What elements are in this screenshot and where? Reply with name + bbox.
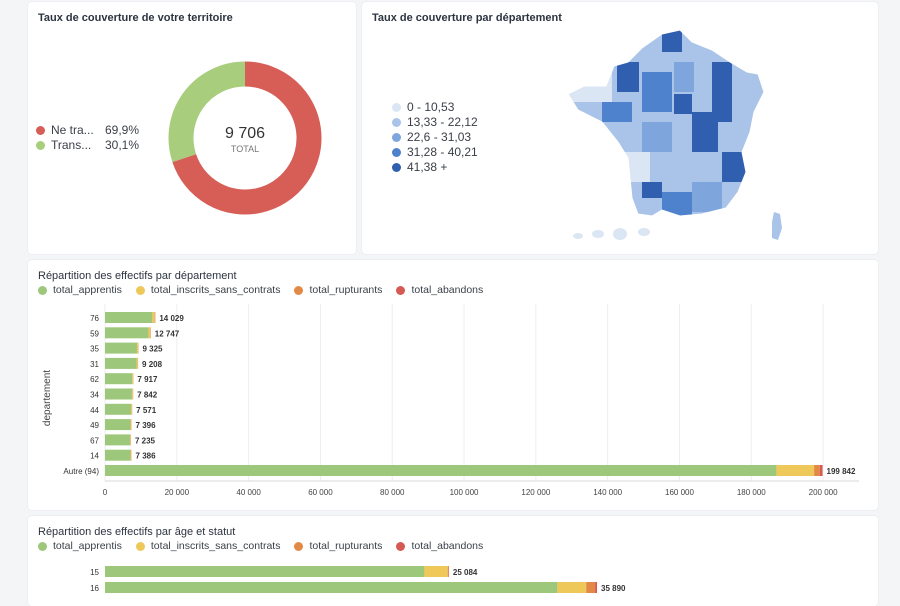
bar-segment-total_abandons[interactable] bbox=[595, 582, 597, 593]
category-label: 59 bbox=[90, 329, 99, 338]
bar-total-label: 7 842 bbox=[137, 391, 158, 400]
bar-segment-total_apprentis[interactable] bbox=[105, 358, 137, 369]
category-label: 76 bbox=[90, 314, 99, 323]
bar-segment-total_apprentis[interactable] bbox=[105, 566, 424, 577]
category-label: 34 bbox=[90, 391, 99, 400]
category-label: 14 bbox=[90, 452, 99, 461]
bar-segment-total_inscrits_sans_contrats[interactable] bbox=[137, 343, 138, 354]
bar-segment-total_inscrits_sans_contrats[interactable] bbox=[137, 358, 138, 369]
x-tick-label: 80 000 bbox=[380, 488, 405, 497]
category-label: 16 bbox=[90, 584, 99, 593]
bar-segment-total_inscrits_sans_contrats[interactable] bbox=[557, 582, 586, 593]
france-department-map[interactable] bbox=[362, 2, 878, 254]
age-bar-chart: 15 25 084 16 35 890 bbox=[28, 516, 878, 606]
corsica-shape bbox=[772, 212, 782, 240]
category-label: 49 bbox=[90, 421, 99, 430]
x-tick-label: 60 000 bbox=[308, 488, 333, 497]
bar-total-label: 7 917 bbox=[137, 375, 158, 384]
bar-segment-total_inscrits_sans_contrats[interactable] bbox=[148, 327, 150, 338]
category-label: 67 bbox=[90, 436, 99, 445]
bar-segment-total_inscrits_sans_contrats[interactable] bbox=[152, 312, 154, 323]
bar-total-label: 9 325 bbox=[142, 345, 163, 354]
x-tick-label: 140 000 bbox=[593, 488, 622, 497]
category-label: 35 bbox=[90, 345, 99, 354]
x-tick-label: 160 000 bbox=[665, 488, 694, 497]
bar-segment-total_apprentis[interactable] bbox=[105, 389, 132, 400]
bar-segment-total_apprentis[interactable] bbox=[105, 450, 130, 461]
bar-segment-total_apprentis[interactable] bbox=[105, 373, 132, 384]
x-tick-label: 200 000 bbox=[809, 488, 838, 497]
bar-segment-total_apprentis[interactable] bbox=[105, 327, 148, 338]
bar-segment-total_inscrits_sans_contrats[interactable] bbox=[130, 450, 131, 461]
category-label: 31 bbox=[90, 360, 99, 369]
dept-bar-chart: departement 0 20 000 40 000 60 000 80 000 100… bbox=[28, 260, 878, 510]
bar-total-label: 7 235 bbox=[135, 436, 156, 445]
overseas-territories bbox=[573, 228, 650, 240]
age-chart-card: Répartition des effectifs par âge et sta… bbox=[28, 516, 878, 606]
bar-total-label: 9 208 bbox=[142, 360, 163, 369]
x-tick-label: 120 000 bbox=[521, 488, 550, 497]
coverage-donut-chart: 9 706 TOTAL bbox=[28, 2, 356, 254]
bar-total-label: 25 084 bbox=[453, 568, 478, 577]
bar-segment-total_rupturants[interactable] bbox=[814, 465, 820, 476]
bar-segment-total_abandons[interactable] bbox=[820, 465, 823, 476]
dept-y-axis-label: departement bbox=[42, 370, 53, 426]
bar-segment-total_inscrits_sans_contrats[interactable] bbox=[130, 434, 131, 445]
bar-segment-total_rupturants[interactable] bbox=[448, 566, 449, 577]
bar-segment-total_inscrits_sans_contrats[interactable] bbox=[776, 465, 814, 476]
bar-total-label: 35 890 bbox=[601, 584, 626, 593]
bar-total-label: 14 029 bbox=[159, 314, 184, 323]
bar-total-label: 199 842 bbox=[827, 467, 856, 476]
category-label: 15 bbox=[90, 568, 99, 577]
bar-segment-total_rupturants[interactable] bbox=[586, 582, 595, 593]
coverage-card: Taux de couverture de votre territoire N… bbox=[28, 2, 356, 254]
bar-segment-total_apprentis[interactable] bbox=[105, 404, 131, 415]
bar-total-label: 7 571 bbox=[136, 406, 157, 415]
x-tick-label: 180 000 bbox=[737, 488, 766, 497]
bar-total-label: 7 396 bbox=[136, 421, 157, 430]
bar-segment-total_apprentis[interactable] bbox=[105, 465, 776, 476]
bar-total-label: 7 386 bbox=[136, 452, 157, 461]
donut-total-value: 9 706 bbox=[225, 125, 265, 142]
category-label: Autre (94) bbox=[63, 467, 99, 476]
dept-chart-card: Répartition des effectifs par départemen… bbox=[28, 260, 878, 510]
x-tick-label: 0 bbox=[103, 488, 108, 497]
bar-segment-total_apprentis[interactable] bbox=[105, 419, 130, 430]
bar-segment-total_inscrits_sans_contrats[interactable] bbox=[131, 404, 132, 415]
x-tick-label: 20 000 bbox=[165, 488, 190, 497]
category-label: 44 bbox=[90, 406, 99, 415]
bar-segment-total_inscrits_sans_contrats[interactable] bbox=[132, 373, 133, 384]
bar-total-label: 12 747 bbox=[155, 329, 180, 338]
bar-segment-total_inscrits_sans_contrats[interactable] bbox=[130, 419, 131, 430]
x-tick-label: 40 000 bbox=[236, 488, 261, 497]
map-departments bbox=[562, 22, 772, 222]
bar-segment-total_apprentis[interactable] bbox=[105, 312, 152, 323]
bar-segment-total_inscrits_sans_contrats[interactable] bbox=[132, 389, 133, 400]
bar-segment-total_apprentis[interactable] bbox=[105, 343, 137, 354]
x-tick-label: 100 000 bbox=[450, 488, 479, 497]
bar-segment-total_inscrits_sans_contrats[interactable] bbox=[424, 566, 447, 577]
map-card: Taux de couverture par département 0 - 1… bbox=[362, 2, 878, 254]
bar-segment-total_apprentis[interactable] bbox=[105, 582, 557, 593]
bar-segment-total_apprentis[interactable] bbox=[105, 434, 130, 445]
category-label: 62 bbox=[90, 375, 99, 384]
donut-total-label: TOTAL bbox=[231, 144, 259, 154]
